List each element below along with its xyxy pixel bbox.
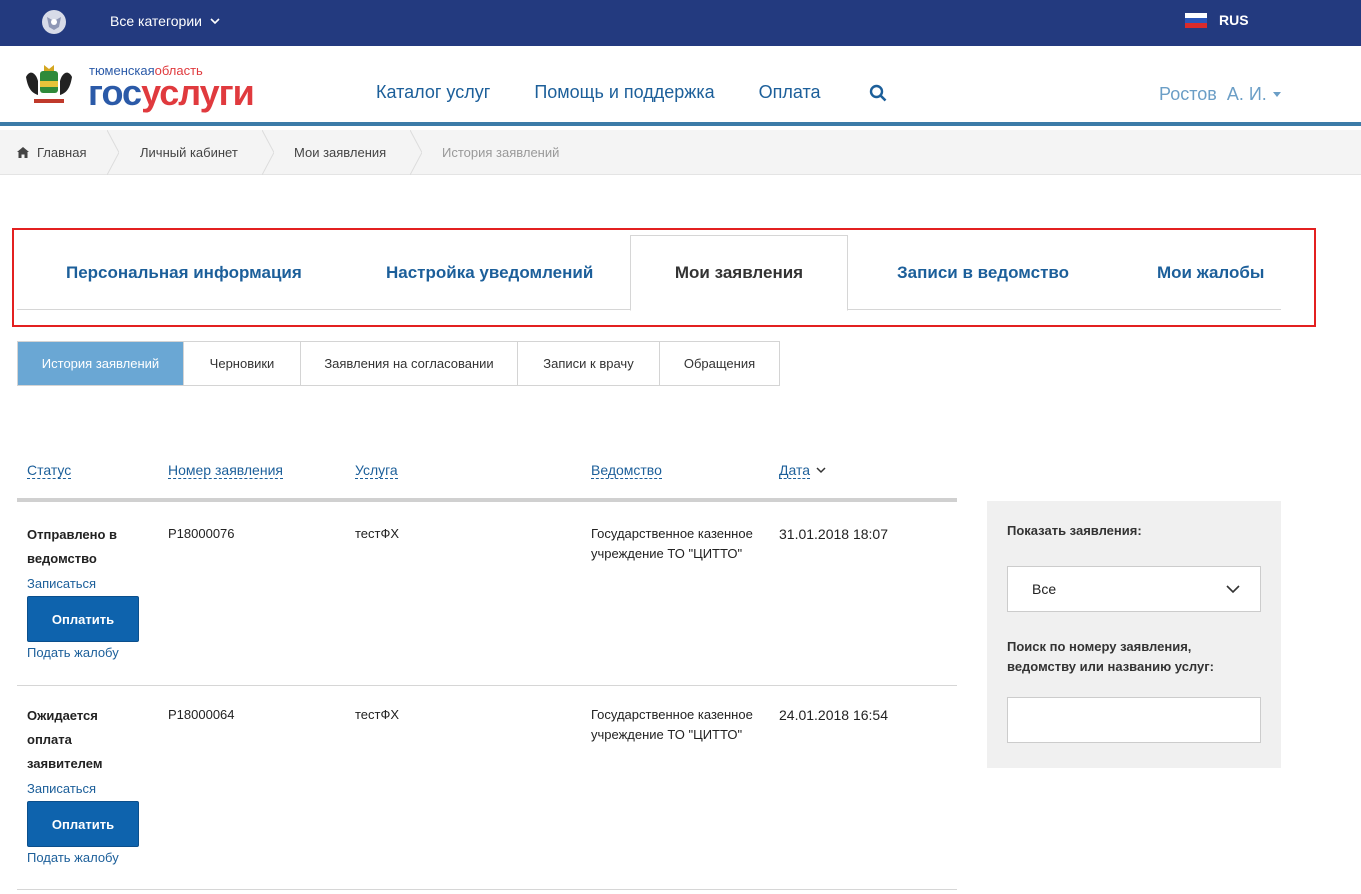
application-number: P18000076 [168, 526, 235, 541]
service-name: тестФХ [355, 707, 400, 722]
table-row: Отправлено в ведомство Записаться Оплати… [17, 502, 957, 686]
search-icon[interactable] [869, 84, 887, 102]
subtab-doctor-appointments[interactable]: Записи к врачу [518, 342, 660, 385]
language-label: RUS [1219, 12, 1249, 28]
breadcrumb-cabinet[interactable]: Личный кабинет [140, 130, 238, 175]
breadcrumb-my-applications[interactable]: Мои заявления [294, 130, 386, 175]
book-link[interactable]: Записаться [27, 576, 96, 591]
service-name: тестФХ [355, 526, 400, 541]
all-categories-menu[interactable]: Все категории [110, 13, 220, 29]
status-text: Ожидается оплата заявителем [27, 708, 103, 771]
show-applications-select[interactable]: Все [1007, 566, 1261, 612]
pay-button[interactable]: Оплатить [27, 801, 139, 847]
complaint-link[interactable]: Подать жалобу [27, 850, 119, 865]
nav-payment[interactable]: Оплата [759, 82, 821, 103]
show-applications-label: Показать заявления: [1007, 523, 1142, 538]
pay-button[interactable]: Оплатить [27, 596, 139, 642]
applications-table-header: Статус Номер заявления Услуга Ведомство … [17, 458, 957, 502]
emblem-icon [42, 10, 66, 34]
department-name: Государственное казенное учреждение ТО "… [591, 526, 753, 561]
home-icon [17, 147, 29, 158]
status-text: Отправлено в ведомство [27, 527, 118, 566]
column-status[interactable]: Статус [27, 462, 72, 479]
subtab-appeals[interactable]: Обращения [660, 342, 779, 385]
column-date-wrapper: Дата [779, 462, 826, 479]
coat-of-arms-icon [26, 65, 72, 103]
column-department[interactable]: Ведомство [591, 462, 662, 479]
russia-flag-icon [1185, 12, 1207, 28]
caret-down-icon [1272, 92, 1281, 97]
complaint-link[interactable]: Подать жалобу [27, 645, 119, 660]
search-input[interactable] [1007, 697, 1261, 743]
site-header: тюменскаяобласть госуслуги Каталог услуг… [0, 46, 1361, 126]
breadcrumb-separator [410, 130, 422, 175]
subtab-approval[interactable]: Заявления на согласовании [301, 342, 518, 385]
application-number: P18000064 [168, 707, 235, 722]
all-categories-label: Все категории [110, 13, 202, 29]
breadcrumb-home[interactable]: Главная [17, 130, 86, 175]
chevron-down-icon [1226, 585, 1240, 594]
column-date[interactable]: Дата [779, 462, 811, 479]
brand-name: госуслуги [88, 72, 255, 113]
top-bar: Все категории RUS [0, 0, 1361, 46]
department-name: Государственное казенное учреждение ТО "… [591, 707, 753, 742]
nav-help[interactable]: Помощь и поддержка [534, 82, 714, 103]
filter-panel: Показать заявления: Все Поиск по номеру … [987, 501, 1281, 768]
breadcrumb-current: История заявлений [442, 145, 560, 160]
language-switcher[interactable]: RUS [1185, 12, 1249, 28]
table-row: Ожидается оплата заявителем Записаться О… [17, 686, 957, 890]
column-number[interactable]: Номер заявления [168, 462, 283, 479]
breadcrumb: Главная Личный кабинет Мои заявления Ист… [0, 130, 1361, 175]
column-service[interactable]: Услуга [355, 462, 398, 479]
user-name: Ростов А. И. [1159, 84, 1267, 104]
nav-catalog[interactable]: Каталог услуг [376, 82, 490, 103]
highlight-frame [12, 228, 1316, 327]
chevron-down-icon [210, 17, 220, 24]
breadcrumb-separator [107, 130, 119, 175]
application-subtabs: История заявлений Черновики Заявления на… [17, 341, 780, 386]
book-link[interactable]: Записаться [27, 781, 96, 796]
gosuslugi-logo[interactable]: тюменскаяобласть госуслуги [22, 63, 278, 113]
application-date: 31.01.2018 18:07 [779, 526, 888, 542]
application-date: 24.01.2018 16:54 [779, 707, 888, 723]
main-nav: Каталог услуг Помощь и поддержка Оплата [376, 82, 821, 103]
user-menu[interactable]: Ростов А. И. [1159, 84, 1281, 105]
subtab-history[interactable]: История заявлений [18, 342, 184, 385]
subtab-drafts[interactable]: Черновики [184, 342, 301, 385]
show-applications-value: Все [1032, 581, 1057, 597]
sort-chevron-icon[interactable] [816, 467, 826, 474]
search-label: Поиск по номеру заявления, ведомству или… [1007, 639, 1214, 674]
breadcrumb-separator [262, 130, 274, 175]
